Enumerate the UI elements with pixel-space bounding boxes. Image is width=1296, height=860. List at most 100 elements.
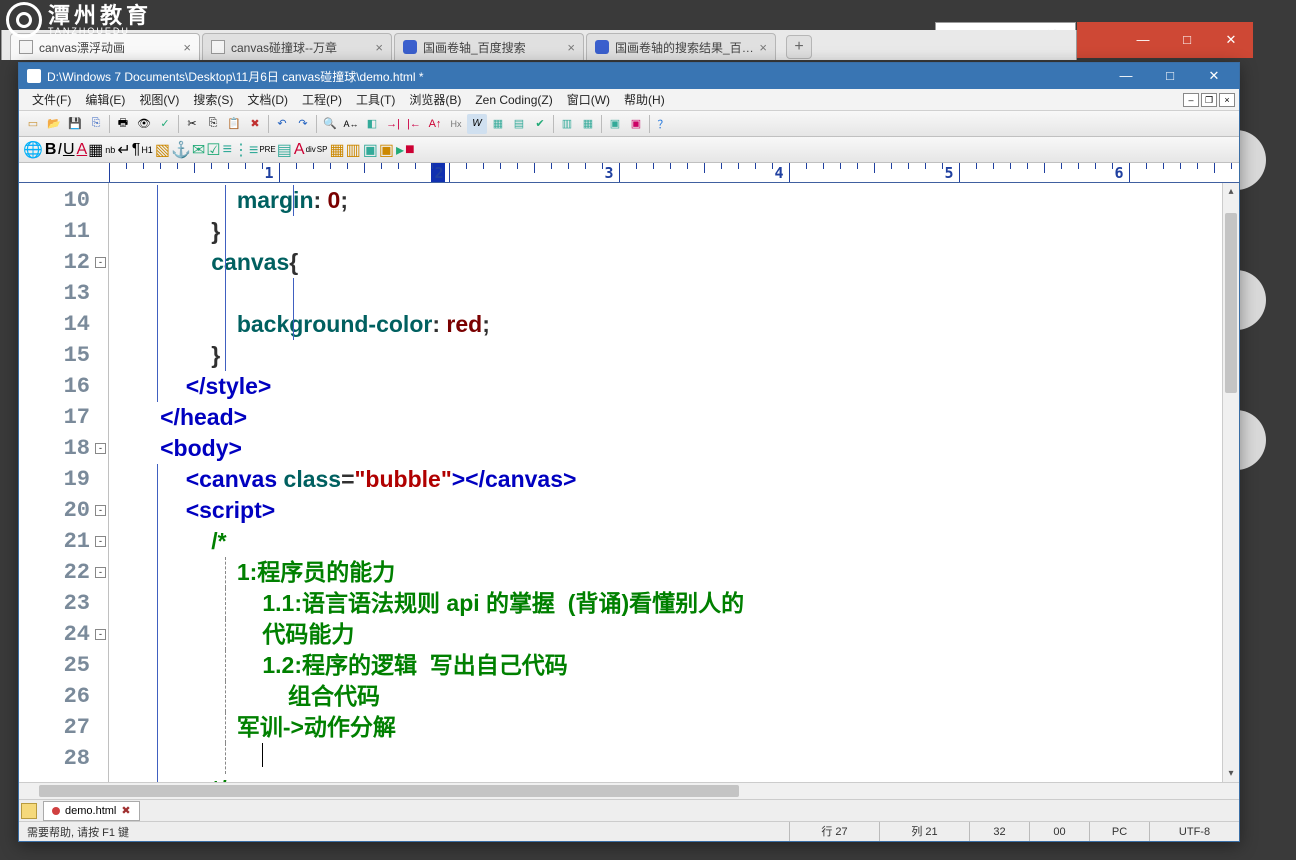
panel2-icon[interactable]: ▦: [578, 114, 598, 134]
ext-icon[interactable]: ▣: [626, 114, 646, 134]
wrap-icon[interactable]: W: [467, 114, 487, 134]
run-icon[interactable]: ▸: [396, 140, 404, 160]
ruler[interactable]: 123456: [19, 163, 1239, 183]
list-icon[interactable]: ≡: [223, 141, 232, 159]
paste-icon[interactable]: 📋: [224, 114, 244, 134]
browser-tab[interactable]: canvas碰撞球--万章 ×: [202, 33, 392, 60]
print-icon[interactable]: 🖶: [113, 114, 133, 134]
save-all-icon[interactable]: ⎘: [86, 114, 106, 134]
font-a-icon[interactable]: A: [294, 141, 305, 159]
globe-icon[interactable]: 🌐: [23, 140, 43, 160]
pre-icon[interactable]: PRE: [259, 145, 275, 154]
fold-icon[interactable]: -: [95, 257, 106, 268]
editor-close[interactable]: ✕: [1193, 65, 1235, 87]
bookmark-icon[interactable]: ◧: [362, 114, 382, 134]
font-increase-icon[interactable]: A↑: [425, 114, 445, 134]
open-file-icon[interactable]: 📂: [44, 114, 64, 134]
line-number-gutter[interactable]: 101112-131415161718-1920-21-22-2324-2526…: [19, 183, 109, 782]
close-icon[interactable]: ×: [759, 40, 767, 55]
vertical-scrollbar[interactable]: ▴ ▾: [1222, 183, 1239, 782]
bgwin-close[interactable]: ✕: [1209, 22, 1253, 58]
delete-icon[interactable]: ✖: [245, 114, 265, 134]
cut-icon[interactable]: ✂: [182, 114, 202, 134]
bold-icon[interactable]: B: [45, 141, 57, 159]
newline-icon[interactable]: ↵: [117, 140, 130, 160]
menu-item[interactable]: 窗口(W): [560, 89, 617, 110]
close-icon[interactable]: ×: [375, 40, 383, 55]
indent-icon[interactable]: →|: [383, 114, 403, 134]
list2-icon[interactable]: ⋮≡: [233, 140, 258, 160]
fold-icon[interactable]: -: [95, 567, 106, 578]
editor-min[interactable]: —: [1105, 65, 1147, 87]
mdi-restore[interactable]: ❐: [1201, 93, 1217, 107]
hex-icon[interactable]: Hx: [446, 114, 466, 134]
document-tab[interactable]: demo.html ✖: [43, 801, 140, 821]
bgwin-max[interactable]: □: [1165, 22, 1209, 58]
js-icon[interactable]: ▣: [379, 140, 394, 160]
browser-tab[interactable]: 国画卷轴_百度搜索 ×: [394, 33, 584, 60]
menu-item[interactable]: 文档(D): [240, 89, 295, 110]
close-icon[interactable]: ×: [183, 40, 191, 55]
close-icon[interactable]: ×: [567, 40, 575, 55]
bgwin-min[interactable]: —: [1121, 22, 1165, 58]
replace-icon[interactable]: A↔: [341, 114, 361, 134]
menu-item[interactable]: 浏览器(B): [402, 89, 468, 110]
anchor-icon[interactable]: ⚓: [171, 140, 191, 160]
underline-icon[interactable]: U: [63, 141, 75, 159]
browser-tab[interactable]: 国画卷轴的搜索结果_百度... ×: [586, 33, 776, 60]
menu-item[interactable]: 工具(T): [349, 89, 402, 110]
color-icon[interactable]: A: [77, 141, 88, 159]
editor-max[interactable]: □: [1149, 65, 1191, 87]
fold-icon[interactable]: -: [95, 629, 106, 640]
palette-icon[interactable]: ▦: [88, 140, 103, 160]
menu-item[interactable]: 视图(V): [132, 89, 186, 110]
layout-icon[interactable]: ▥: [346, 140, 361, 160]
italic-icon[interactable]: I: [57, 141, 61, 159]
help-icon[interactable]: ？: [653, 114, 673, 134]
close-icon[interactable]: ✖: [121, 804, 130, 817]
toggle-icon[interactable]: ▦: [488, 114, 508, 134]
menu-item[interactable]: 文件(F): [25, 89, 78, 110]
link-icon[interactable]: ▣: [605, 114, 625, 134]
code-editor[interactable]: margin: 0; } canvas{ background-color: r…: [109, 183, 1239, 782]
folder-icon[interactable]: [21, 803, 37, 819]
fold-icon[interactable]: -: [95, 443, 106, 454]
para-icon[interactable]: ¶: [132, 141, 141, 159]
span-icon[interactable]: SP: [317, 145, 328, 154]
scroll-down-icon[interactable]: ▾: [1223, 765, 1239, 782]
editor-titlebar[interactable]: D:\Windows 7 Documents\Desktop\11月6日 can…: [19, 63, 1239, 89]
spellcheck-icon[interactable]: ✓: [155, 114, 175, 134]
scroll-up-icon[interactable]: ▴: [1223, 183, 1239, 200]
table-icon[interactable]: ▦: [329, 140, 344, 160]
preview-icon[interactable]: 👁: [134, 114, 154, 134]
menu-item[interactable]: Zen Coding(Z): [468, 89, 559, 110]
stop-icon[interactable]: ■: [405, 141, 415, 159]
horizontal-scrollbar[interactable]: [19, 782, 1239, 799]
scroll-thumb[interactable]: [39, 785, 739, 797]
panel-icon[interactable]: ▥: [557, 114, 577, 134]
redo-icon[interactable]: ↷: [293, 114, 313, 134]
nbsp-icon[interactable]: nb: [105, 145, 115, 155]
save-icon[interactable]: 💾: [65, 114, 85, 134]
css-icon[interactable]: ▣: [363, 140, 378, 160]
mdi-close[interactable]: ×: [1219, 93, 1235, 107]
heading-icon[interactable]: H1: [141, 145, 153, 155]
new-tab-button[interactable]: +: [786, 35, 812, 59]
undo-icon[interactable]: ↶: [272, 114, 292, 134]
image-icon[interactable]: ▧: [155, 140, 170, 160]
fold-icon[interactable]: -: [95, 536, 106, 547]
outdent-icon[interactable]: |←: [404, 114, 424, 134]
menu-item[interactable]: 搜索(S): [186, 89, 240, 110]
new-file-icon[interactable]: ▭: [23, 114, 43, 134]
menu-item[interactable]: 工程(P): [295, 89, 349, 110]
find-icon[interactable]: 🔍: [320, 114, 340, 134]
mdi-min[interactable]: –: [1183, 93, 1199, 107]
menu-item[interactable]: 帮助(H): [617, 89, 672, 110]
validate-icon[interactable]: ✔: [530, 114, 550, 134]
fold-icon[interactable]: -: [95, 505, 106, 516]
scroll-thumb[interactable]: [1225, 213, 1237, 393]
copy-icon[interactable]: ⎘: [203, 114, 223, 134]
menu-item[interactable]: 编辑(E): [78, 89, 132, 110]
form-icon[interactable]: ☑: [206, 140, 220, 160]
mail-icon[interactable]: ✉: [192, 140, 205, 160]
